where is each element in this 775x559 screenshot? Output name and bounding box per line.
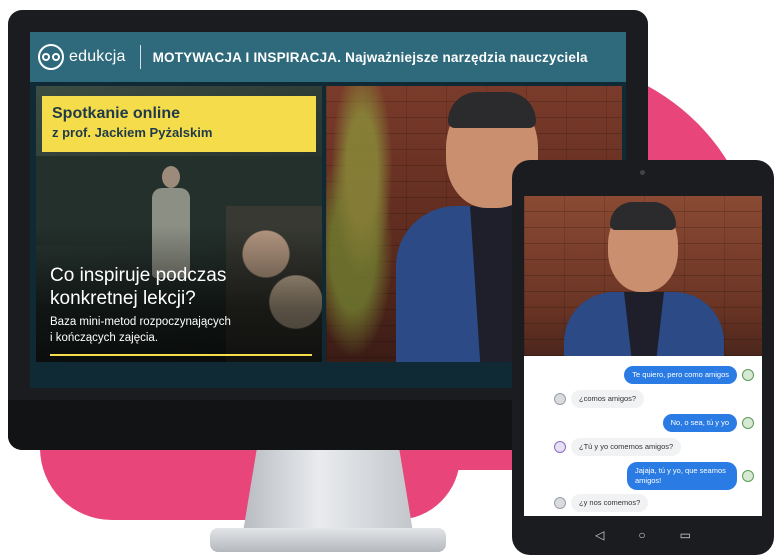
chat-bubble-outgoing: Jajaja, tú y yo, que seamos amigos! <box>627 462 737 490</box>
tablet-speaker-hair <box>610 202 676 230</box>
user-grey-icon <box>554 497 566 509</box>
home-icon[interactable]: ○ <box>638 528 645 542</box>
chat-message: No, o sea, tú y yo <box>662 414 754 432</box>
owl-eye-right-icon <box>52 53 60 61</box>
speaker-hair <box>448 92 536 128</box>
slide-underline <box>50 354 312 356</box>
owl-icon <box>742 470 754 482</box>
slide-heading: Co inspiruje podczas konkretnej lekcji? <box>50 264 310 310</box>
slide-subheading-line1: Baza mini-metod rozpoczynających <box>50 316 231 328</box>
chat-bubble-incoming: ¿y nos comemos? <box>571 494 649 512</box>
promo-scene: edukcja MOTYWACJA I INSPIRACJA. Najważni… <box>0 0 775 559</box>
owl-eye-left-icon <box>42 53 50 61</box>
course-title: MOTYWACJA I INSPIRACJA. Najważniejsze na… <box>152 49 588 65</box>
chat-bubble-outgoing: No, o sea, tú y yo <box>662 414 737 432</box>
tablet-speaker-person <box>564 202 724 356</box>
chat-message: Jajaja, tú y yo, que seamos amigos! <box>627 462 754 490</box>
tablet-speaker-video[interactable] <box>524 196 762 356</box>
slide-subheading-line2: i kończących zajęcia. <box>50 332 159 344</box>
tablet-navigation-bar: ◁ ○ ▭ <box>512 520 774 550</box>
chat-message: Te quiero, pero como amigos <box>624 366 754 384</box>
back-icon[interactable]: ◁ <box>595 528 604 542</box>
owl-icon <box>742 369 754 381</box>
slide-heading-line2: konkretnej lekcji? <box>50 288 196 309</box>
tablet-camera <box>640 170 645 175</box>
tablet-device: Te quiero, pero como amigos ¿comos amigo… <box>512 160 774 555</box>
chat-message: ¿Tú y yo comemos amigos? <box>554 438 682 456</box>
owl-logo-icon <box>38 44 64 70</box>
chat-bubble-incoming: ¿comos amigos? <box>571 390 645 408</box>
tablet-screen: Te quiero, pero como amigos ¿comos amigo… <box>524 196 762 516</box>
chat-message: ¿comos amigos? <box>554 390 645 408</box>
chat-bubble-incoming: ¿Tú y yo comemos amigos? <box>571 438 682 456</box>
chat-bubble-outgoing: Te quiero, pero como amigos <box>624 366 737 384</box>
header-divider <box>139 45 141 69</box>
course-header: edukcja MOTYWACJA I INSPIRACJA. Najważni… <box>30 32 626 82</box>
monitor-stand <box>243 450 413 532</box>
recent-apps-icon[interactable]: ▭ <box>680 528 691 542</box>
slide-subheading: Baza mini-metod rozpoczynających i kończ… <box>50 314 310 346</box>
slide-heading-line1: Co inspiruje podczas <box>50 265 227 286</box>
badge-title: Spotkanie online <box>52 105 181 122</box>
chat-message: ¿y nos comemos? <box>554 494 649 512</box>
monitor-stand-base <box>210 528 446 552</box>
brand-name: edukcja <box>69 48 126 65</box>
user-purple-icon <box>554 441 566 453</box>
teacher-head <box>162 166 180 188</box>
chat-thread: Te quiero, pero como amigos ¿comos amigo… <box>524 362 762 516</box>
badge-speaker: z prof. Jackiem Pyżalskim <box>52 125 213 140</box>
owl-icon <box>742 417 754 429</box>
online-meeting-badge: Spotkanie online z prof. Jackiem Pyżalsk… <box>42 96 316 152</box>
course-slide: Spotkanie online z prof. Jackiem Pyżalsk… <box>36 86 322 362</box>
user-grey-icon <box>554 393 566 405</box>
